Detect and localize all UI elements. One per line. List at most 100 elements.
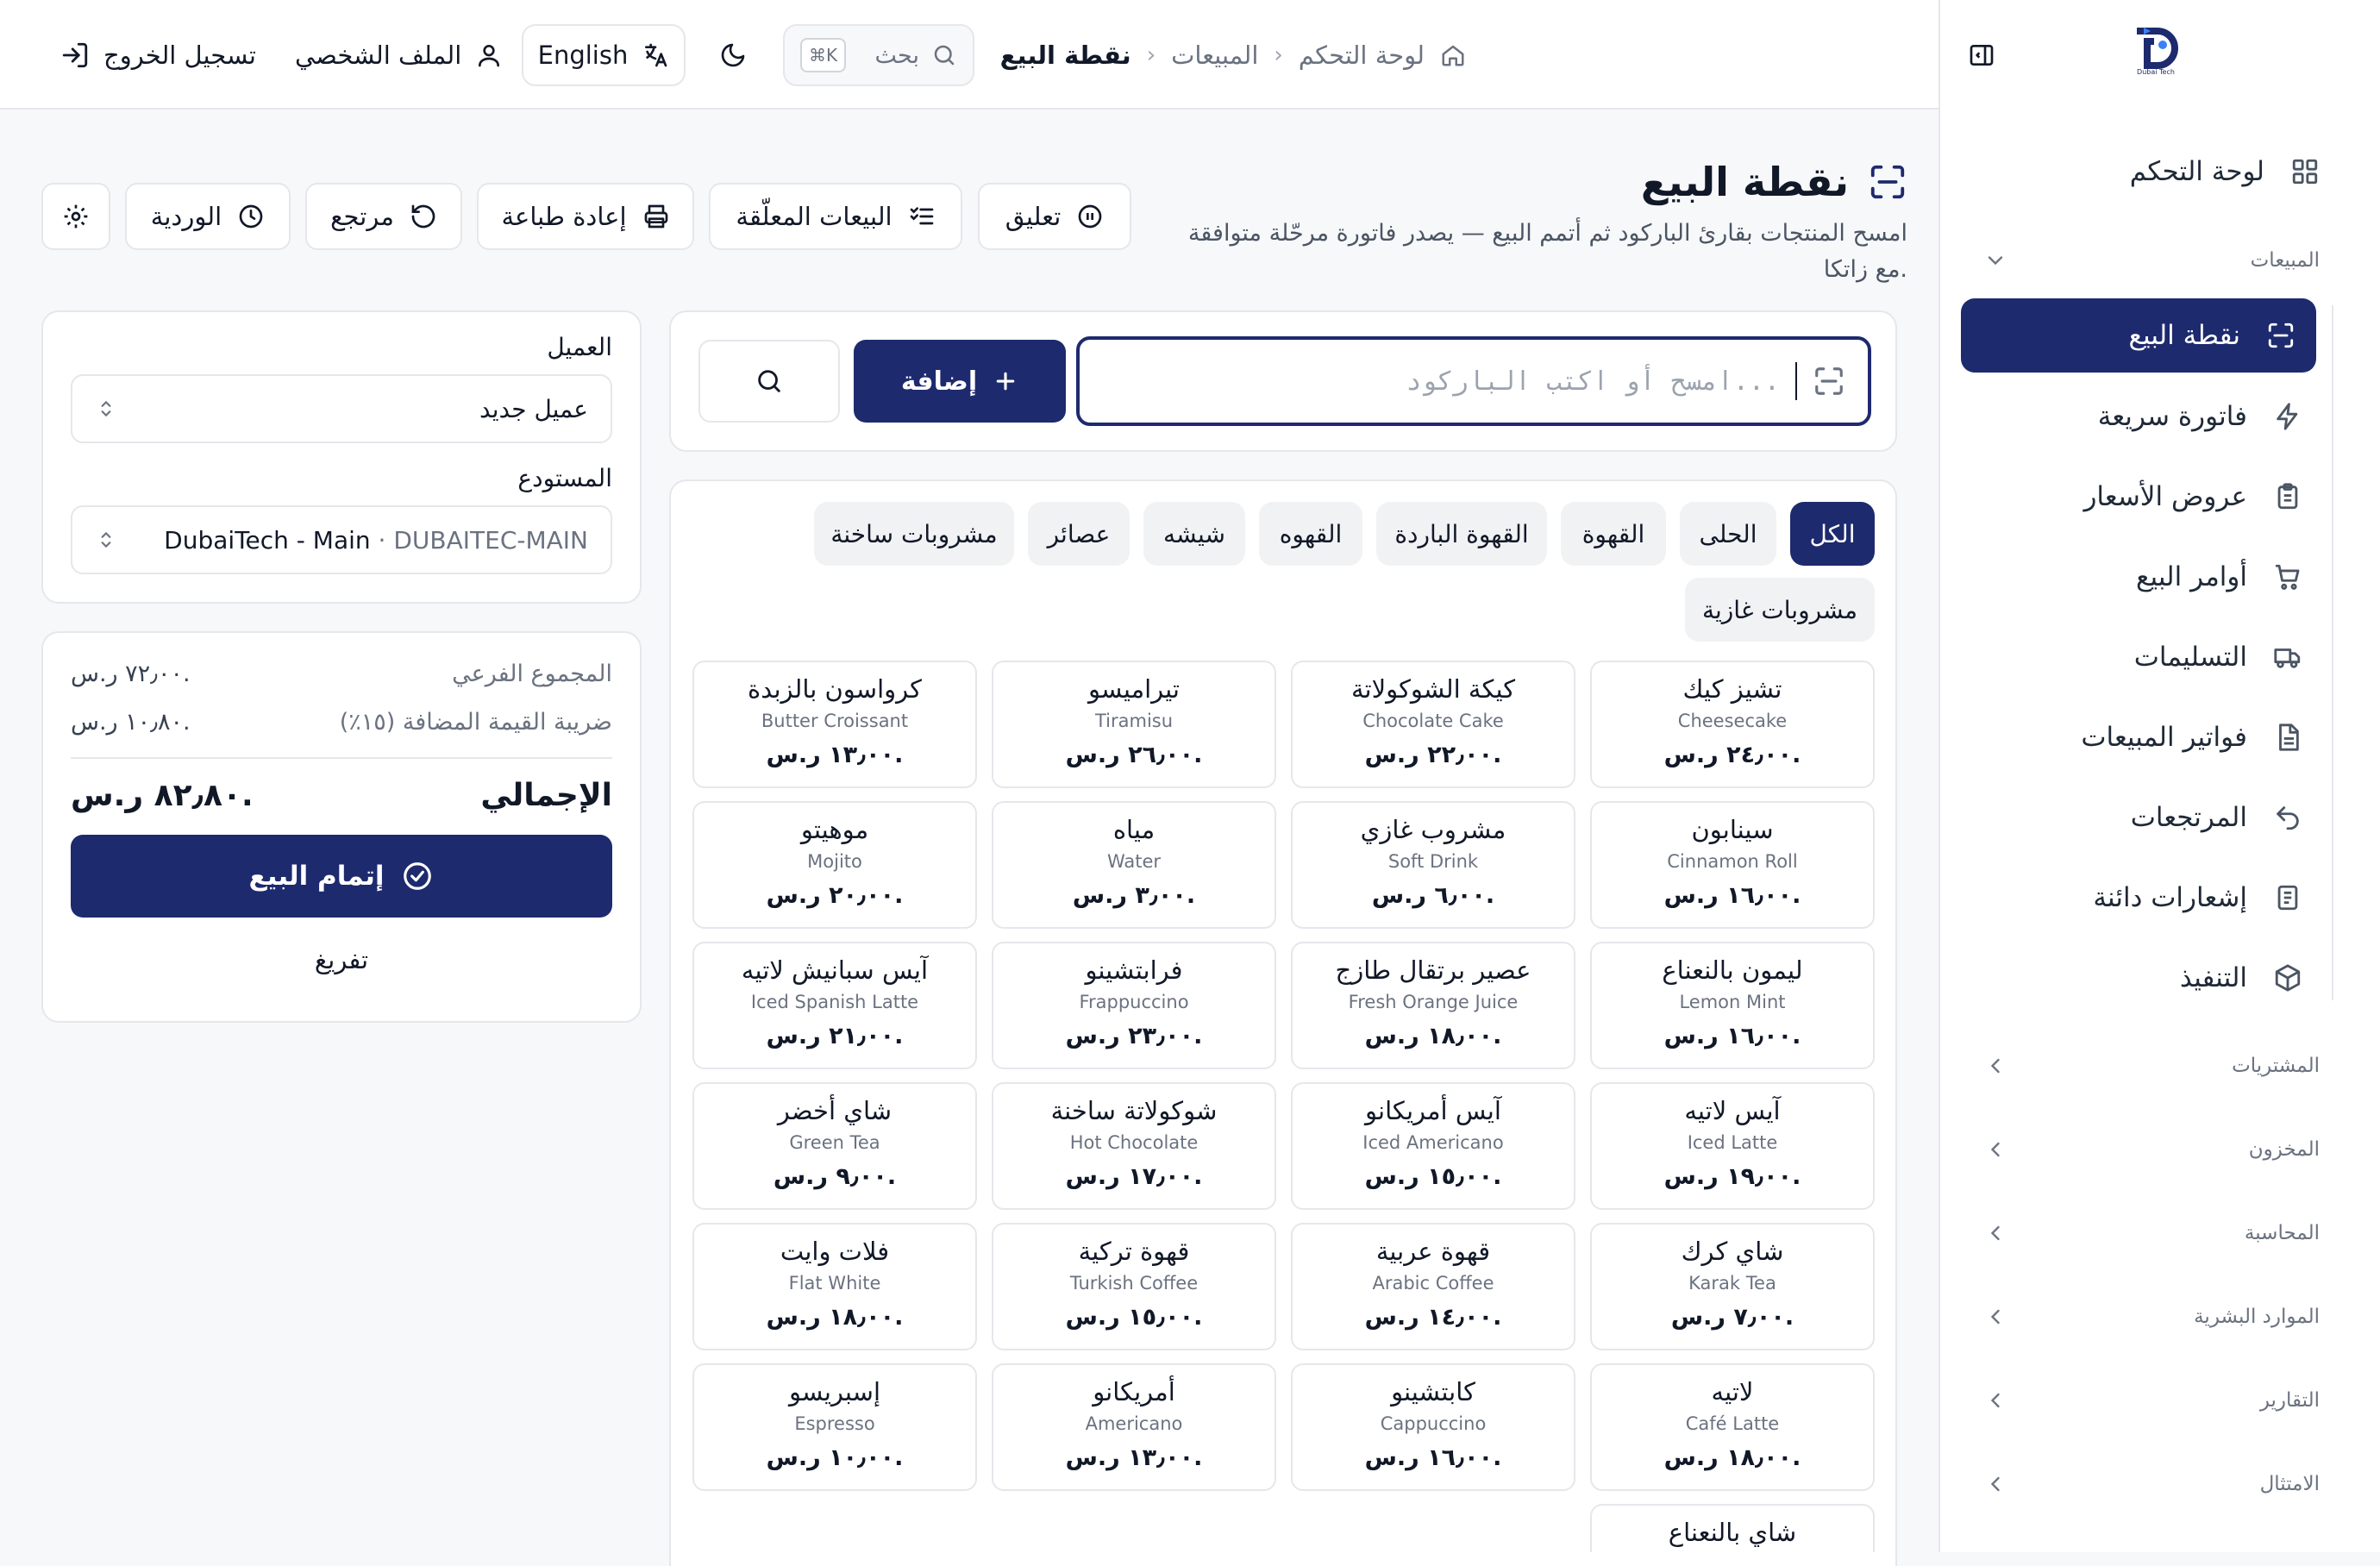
- sidebar-item-deliveries[interactable]: التسليمات: [2134, 627, 2302, 687]
- barcode-input[interactable]: امسح أو اكتب الباركود...: [1076, 336, 1871, 426]
- breadcrumb-dashboard[interactable]: لوحة التحكم: [1299, 41, 1425, 70]
- sidebar-group-purchases[interactable]: المشتريات: [2232, 1049, 2320, 1083]
- product-card[interactable]: فرابتشينو Frappuccino ٢٣٫٠٠ ر.س.: [992, 942, 1276, 1069]
- chevron-left-icon[interactable]: [1983, 1221, 2007, 1245]
- theme-toggle[interactable]: [716, 38, 750, 72]
- product-card[interactable]: لاتيه Café Latte ١٨٫٠٠ ر.س.: [1590, 1363, 1875, 1491]
- search-box[interactable]: ⌘K بحث: [783, 24, 974, 86]
- sidebar-item-quotations[interactable]: عروض الأسعار: [2083, 467, 2302, 527]
- product-name-en: Fresh Orange Juice: [1348, 992, 1519, 1012]
- product-card[interactable]: قهوة تركية Turkish Coffee ١٥٫٠٠ ر.س.: [992, 1223, 1276, 1350]
- category-chip-all[interactable]: الكل: [1790, 502, 1875, 566]
- button-label: إعادة طباعة: [501, 202, 627, 231]
- settings-button[interactable]: [41, 183, 110, 250]
- product-card[interactable]: إسبريسو Espresso ١٠٫٠٠ ر.س.: [692, 1363, 977, 1491]
- sidebar-item-fulfillment[interactable]: التنفيذ: [2180, 948, 2302, 1008]
- product-card[interactable]: كابتشينو Cappuccino ١٦٫٠٠ ر.س.: [1291, 1363, 1575, 1491]
- breadcrumb-sales[interactable]: المبيعات: [1171, 41, 1258, 70]
- product-card[interactable]: تيراميسو Tiramisu ٢٦٫٠٠ ر.س.: [992, 661, 1276, 788]
- category-chip[interactable]: شيشه: [1143, 502, 1245, 566]
- product-price: ١٨٫٠٠ ر.س.: [1364, 1023, 1502, 1049]
- product-card[interactable]: آيس لاتيه Iced Latte ١٩٫٠٠ ر.س.: [1590, 1082, 1875, 1210]
- product-card[interactable]: شاي كرك Karak Tea ٧٫٠٠ ر.س.: [1590, 1223, 1875, 1350]
- logout-button[interactable]: تسجيل الخروج: [60, 34, 256, 76]
- product-card[interactable]: أمريكانو Americano ١٣٫٠٠ ر.س.: [992, 1363, 1276, 1491]
- sidebar-item-quick-invoice[interactable]: فاتورة سريعة: [2098, 386, 2302, 447]
- sidebar-group-accounting[interactable]: المحاسبة: [2245, 1216, 2320, 1250]
- profile-label: الملف الشخصي: [295, 41, 462, 70]
- sidebar-group-reports[interactable]: التقارير: [2260, 1383, 2320, 1418]
- complete-sale-button[interactable]: إتمام البيع: [71, 835, 612, 918]
- warehouse-select[interactable]: DubaiTech - Main · DUBAITEC-MAIN: [71, 505, 612, 574]
- category-chip[interactable]: مشروبات ساخنة: [814, 502, 1014, 566]
- sidebar-group-hr[interactable]: الموارد البشرية: [2194, 1300, 2320, 1334]
- product-card[interactable]: شوكولاتة ساخنة Hot Chocolate ١٧٫٠٠ ر.س.: [992, 1082, 1276, 1210]
- product-name-en: Turkish Coffee: [1069, 1273, 1199, 1294]
- product-card[interactable]: آيس سبانيش لاتيه Iced Spanish Latte ٢١٫٠٠ …: [692, 942, 977, 1069]
- product-price: ١٤٫٠٠ ر.س.: [1364, 1304, 1502, 1331]
- clear-cart-button[interactable]: تفريغ: [71, 945, 612, 974]
- chevron-left-icon[interactable]: [1983, 1388, 2007, 1413]
- reprint-button[interactable]: إعادة طباعة: [477, 183, 694, 250]
- chevron-left-icon[interactable]: [1983, 1054, 2007, 1078]
- product-name: شاي أخضر: [777, 1096, 892, 1125]
- profile-button[interactable]: الملف الشخصي: [295, 34, 503, 76]
- product-card[interactable]: ليمون بالنعناع Lemon Mint ١٦٫٠٠ ر.س.: [1590, 942, 1875, 1069]
- product-card[interactable]: عصير برتقال طازج Fresh Orange Juice ١٨٫٠٠ …: [1291, 942, 1575, 1069]
- sidebar-toggle[interactable]: [1966, 40, 1997, 71]
- sidebar-item-pos[interactable]: نقطة البيع: [1961, 298, 2316, 373]
- sidebar-item-returns[interactable]: المرتجعات: [2131, 787, 2302, 848]
- product-card[interactable]: كرواسون بالزبدة Butter Croissant ١٣٫٠٠ ر.س…: [692, 661, 977, 788]
- product-search-button[interactable]: [698, 340, 840, 423]
- category-chip[interactable]: القهوة: [1561, 502, 1666, 566]
- shift-button[interactable]: الوردية: [125, 183, 291, 250]
- suspend-button[interactable]: تعليق: [978, 183, 1131, 250]
- category-chip[interactable]: مشروبات غازية: [1685, 578, 1875, 642]
- chevron-left-icon[interactable]: [1983, 1137, 2007, 1162]
- product-name-en: Iced Americano: [1362, 1132, 1504, 1153]
- chevron-left-icon[interactable]: [1983, 1305, 2007, 1329]
- product-card[interactable]: موهيتو Mojito ٢٠٫٠٠ ر.س.: [692, 801, 977, 929]
- category-chip[interactable]: القهوه: [1259, 502, 1362, 566]
- chip-label: عصائر: [1047, 519, 1111, 548]
- product-name: كابتشينو: [1391, 1377, 1475, 1406]
- sidebar-item-sales-orders[interactable]: أوامر البيع: [2136, 547, 2302, 607]
- scan-icon: [2266, 321, 2295, 350]
- category-chip[interactable]: القهوة الباردة: [1376, 502, 1547, 566]
- category-chip[interactable]: الحلى: [1680, 502, 1776, 566]
- sidebar-group-compliance[interactable]: الامتثال: [2260, 1467, 2320, 1501]
- return-button[interactable]: مرتجع: [305, 183, 462, 250]
- sidebar-item-dashboard[interactable]: لوحة التحكم: [2130, 141, 2320, 202]
- product-card[interactable]: مياه Water ٣٫٠٠ ر.س.: [992, 801, 1276, 929]
- language-button[interactable]: English: [522, 24, 686, 86]
- sidebar-item-label: فاتورة سريعة: [2097, 401, 2247, 432]
- product-card[interactable]: شاي أخضر Green Tea ٩٫٠٠ ر.س.: [692, 1082, 977, 1210]
- category-chip[interactable]: عصائر: [1028, 502, 1130, 566]
- company-logo: Dubai Tech: [2125, 19, 2187, 81]
- product-price: ٢١٫٠٠ ر.س.: [766, 1023, 904, 1049]
- product-card[interactable]: قهوة عربية Arabic Coffee ١٤٫٠٠ ر.س.: [1291, 1223, 1575, 1350]
- product-card[interactable]: فلات وايت Flat White ١٨٫٠٠ ر.س.: [692, 1223, 977, 1350]
- product-card[interactable]: تشيز كيك Cheesecake ٢٤٫٠٠ ر.س.: [1590, 661, 1875, 788]
- sidebar-item-credit-notes[interactable]: إشعارات دائنة: [2093, 868, 2302, 928]
- clipboard-icon: [2273, 482, 2302, 511]
- add-button[interactable]: إضافة: [854, 340, 1066, 423]
- sidebar-item-label: فواتير المبيعات: [2081, 722, 2247, 753]
- customer-select[interactable]: عميل جديد: [71, 374, 612, 443]
- sidebar-group-sales[interactable]: المبيعات: [2251, 243, 2320, 278]
- sidebar-group-inventory[interactable]: المخزون: [2249, 1132, 2320, 1167]
- chevron-left-icon[interactable]: [1983, 1472, 2007, 1496]
- sidebar-item-label: المرتجعات: [2130, 802, 2247, 833]
- sidebar-group-label: التقارير: [2259, 1389, 2320, 1412]
- button-label: إضافة: [900, 366, 978, 397]
- product-card[interactable]: آيس أمريكانو Iced Americano ١٥٫٠٠ ر.س.: [1291, 1082, 1575, 1210]
- chevron-down-icon[interactable]: [1983, 248, 2007, 272]
- sidebar-item-sales-invoices[interactable]: فواتير المبيعات: [2081, 707, 2302, 767]
- chip-label: شيشه: [1163, 519, 1225, 548]
- product-card[interactable]: سينابون Cinnamon Roll ١٦٫٠٠ ر.س.: [1590, 801, 1875, 929]
- product-card[interactable]: مشروب غازي Soft Drink ٦٫٠٠ ر.س.: [1291, 801, 1575, 929]
- product-card[interactable]: كيكة الشوكولاتة Chocolate Cake ٢٢٫٠٠ ر.س.: [1291, 661, 1575, 788]
- product-card[interactable]: شاي بالنعناع: [1590, 1504, 1875, 1552]
- breadcrumb-separator-icon: ‹: [1146, 42, 1156, 68]
- held-sales-button[interactable]: البيعات المعلّقة: [709, 183, 962, 250]
